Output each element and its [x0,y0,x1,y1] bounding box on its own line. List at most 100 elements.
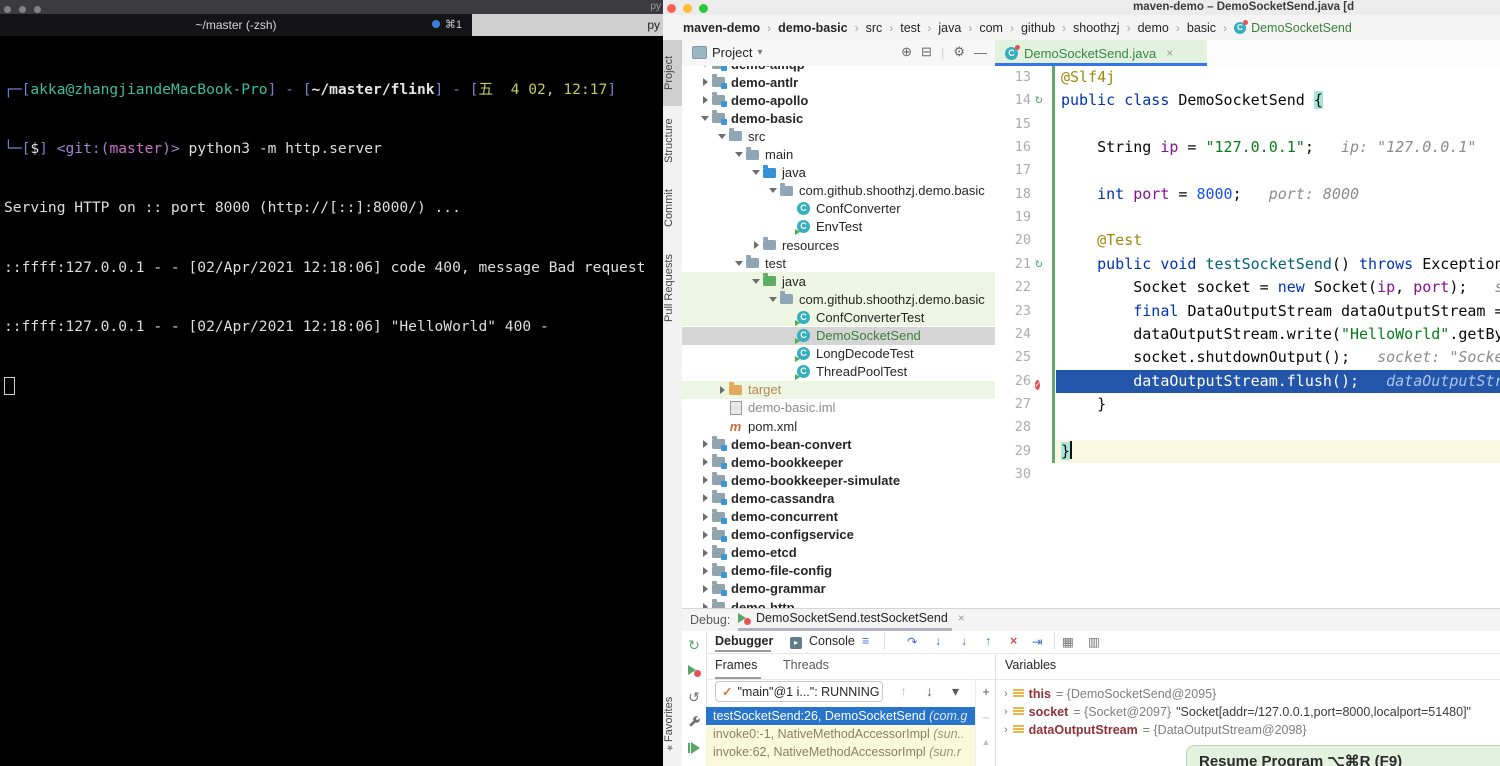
remove-watch-icon[interactable]: − [976,711,996,725]
code-line-14[interactable]: 14↻public class DemoSocketSend { [995,89,1500,112]
tree-item-demo-apollo[interactable]: demo-apollo [682,91,995,109]
sidebar-item-project[interactable]: Project [663,40,682,106]
tree-item-demo-bean-convert[interactable]: demo-bean-convert [682,435,995,453]
frame-row-0[interactable]: testSocketSend:26, DemoSocketSend (com.g [706,707,975,725]
step-over-icon[interactable]: ↷ [907,634,917,649]
tree-item-demo-bookkeeper-simulate[interactable]: demo-bookkeeper-simulate [682,471,995,489]
tree-item-confconverter[interactable]: CConfConverter [682,200,995,218]
frame-row-2[interactable]: invoke:62, NativeMethodAccessorImpl (sun… [706,743,975,761]
chevron-right-icon[interactable] [700,96,710,104]
tree-item-demosocketsend[interactable]: CDemoSocketSend [682,327,995,345]
code-line-23[interactable]: 23 final DataOutputStream dataOutputStre… [995,300,1500,323]
code-line-25[interactable]: 25 socket.shutdownOutput(); socket: "Soc… [995,346,1500,369]
code-editor[interactable]: 13@Slf4j14↻public class DemoSocketSend {… [995,66,1500,608]
chevron-down-icon[interactable] [751,170,761,175]
restart-icon[interactable]: ↺ [682,689,706,706]
tree-item-target[interactable]: target [682,381,995,399]
chevron-right-icon[interactable] [700,513,710,521]
chevron-right-icon[interactable] [717,386,727,394]
tree-item-main[interactable]: main [682,146,995,164]
chevron-down-icon[interactable] [734,261,744,266]
code-line-29[interactable]: 29} [995,440,1500,463]
chevron-down-icon[interactable] [700,66,710,67]
code-line-13[interactable]: 13@Slf4j [995,66,1500,89]
hide-pane-icon[interactable]: — [974,45,987,60]
frame-down-icon[interactable]: ↓ [926,683,933,699]
chevron-right-icon[interactable] [700,567,710,575]
terminal-tab-active[interactable]: ~/master (-zsh) ⌘1 [0,14,472,36]
tree-item-demo-antlr[interactable]: demo-antlr [682,73,995,91]
tree-item-java[interactable]: java [682,164,995,182]
tree-item-demo-cassandra[interactable]: demo-cassandra [682,489,995,507]
step-into-icon[interactable]: ↓ [935,634,941,648]
chevron-down-icon[interactable] [768,297,778,302]
tab-frames[interactable]: Frames [715,658,757,672]
chevron-right-icon[interactable]: › [1004,724,1008,736]
close-icon[interactable]: × [958,611,965,625]
force-step-into-icon[interactable]: ↓ [961,634,967,648]
tree-item-com-github-shoothzj-demo-basic[interactable]: com.github.shoothzj.demo.basic [682,182,995,200]
tree-item-src[interactable]: src [682,127,995,145]
rerun-icon[interactable]: ↻ [682,637,706,654]
breadcrumb-item-github[interactable]: github [1021,21,1055,35]
breadcrumb-item-basic[interactable]: basic [1187,21,1216,35]
breadcrumb-item-demo-basic[interactable]: demo-basic [778,21,847,35]
code-line-19[interactable]: 19 [995,206,1500,229]
chevron-down-icon[interactable] [734,152,744,157]
traffic-light-close-icon[interactable] [667,4,676,13]
breadcrumb-item-java[interactable]: java [938,21,961,35]
drop-frame-icon[interactable]: × [1010,634,1017,648]
chevron-down-icon[interactable] [717,134,727,139]
tree-item-envtest[interactable]: CEnvTest [682,218,995,236]
tree-item-resources[interactable]: resources [682,236,995,254]
code-line-28[interactable]: 28 [995,416,1500,439]
tree-item-demo-basic-iml[interactable]: demo-basic.iml [682,399,995,417]
tree-item-java[interactable]: java [682,272,995,290]
tree-item-longdecodetest[interactable]: CLongDecodeTest [682,345,995,363]
variable-row-dataoutputstream[interactable]: ›dataOutputStream = {DataOutputStream@20… [1004,721,1500,739]
frame-row-1[interactable]: invoke0:-1, NativeMethodAccessorImpl (su… [706,725,975,743]
traffic-light-zoom-icon[interactable] [34,6,41,13]
breadcrumb-item-maven-demo[interactable]: maven-demo [683,21,760,35]
locate-file-icon[interactable]: ⊕ [901,44,912,60]
tree-item-threadpooltest[interactable]: CThreadPoolTest [682,363,995,381]
breadcrumb-item-com[interactable]: com [979,21,1003,35]
tree-item-confconvertertest[interactable]: CConfConverterTest [682,308,995,326]
breadcrumb-item-shoothzj[interactable]: shoothzj [1073,21,1120,35]
gear-icon[interactable]: ⚙ [953,44,965,60]
breadcrumb-item-demosocketsend[interactable]: DemoSocketSend [1251,21,1352,35]
code-line-16[interactable]: 16 String ip = "127.0.0.1"; ip: "127.0.0… [995,136,1500,159]
tree-item-demo-http[interactable]: demo-http [682,598,995,608]
tree-item-demo-file-config[interactable]: demo-file-config [682,562,995,580]
code-line-24[interactable]: 24 dataOutputStream.write("HelloWorld".g… [995,323,1500,346]
ide-titlebar[interactable]: maven-demo – DemoSocketSend.java [d [663,0,1500,16]
terminal-output[interactable]: ┌─[akka@zhangjiandeMacBook-Pro] - [~/mas… [4,40,663,437]
chevron-right-icon[interactable] [700,440,710,448]
traffic-light-close-icon[interactable] [4,6,11,13]
traffic-light-minimize-icon[interactable] [683,4,692,13]
chevron-down-icon[interactable] [700,116,710,121]
tree-item-demo-grammar[interactable]: demo-grammar [682,580,995,598]
tree-item-demo-bookkeeper[interactable]: demo-bookkeeper [682,453,995,471]
evaluate-expression-icon[interactable]: ▦ [1062,634,1074,649]
chevron-down-icon[interactable] [751,279,761,284]
scroll-up-icon[interactable]: ▲ [976,737,996,747]
sidebar-item-commit[interactable]: Commit [663,176,682,240]
tab-console[interactable]: Console [809,634,855,648]
tab-threads[interactable]: Threads [783,658,829,672]
chevron-right-icon[interactable] [751,241,761,249]
breadcrumb-item-src[interactable]: src [866,21,883,35]
breadcrumb-item-demo[interactable]: demo [1138,21,1169,35]
close-icon[interactable]: × [1166,46,1173,60]
run-to-cursor-icon[interactable]: ⇥ [1032,634,1042,649]
add-watch-icon[interactable]: + [976,685,996,699]
debug-session-tab[interactable]: DemoSocketSend.testSocketSend × [738,611,965,625]
thread-dropdown[interactable]: ✓ "main"@1 i...": RUNNING ▾ [715,681,883,702]
variable-row-this[interactable]: ›this = {DemoSocketSend@2095} [1004,685,1500,703]
filter-icon[interactable]: ▾ [952,683,959,700]
layout-settings-icon[interactable]: ▥ [1088,634,1100,649]
resume-icon[interactable] [682,741,706,757]
tree-item-demo-basic[interactable]: demo-basic [682,109,995,127]
traffic-light-minimize-icon[interactable] [19,6,26,13]
chevron-right-icon[interactable] [700,78,710,86]
